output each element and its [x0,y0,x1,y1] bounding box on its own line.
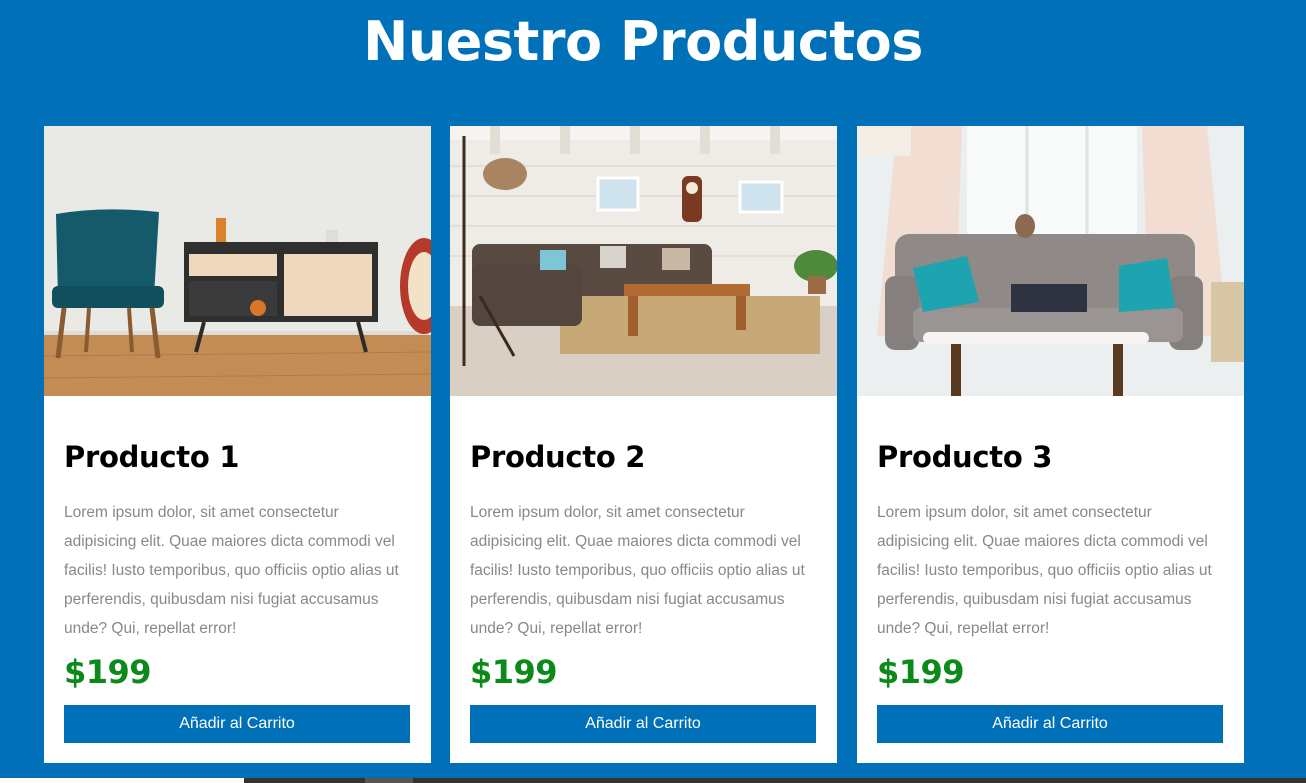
scrollbar-thumb[interactable] [365,778,413,783]
product-card-3: Producto 3 Lorem ipsum dolor, sit amet c… [857,126,1244,763]
product-image-2 [450,126,837,396]
product-price: $199 [877,653,965,691]
product-title: Producto 3 [877,440,1053,474]
product-title: Producto 1 [64,440,240,474]
page-title: Nuestro Productos [363,10,923,73]
scrollbar-track[interactable] [413,778,1306,783]
product-description: Lorem ipsum dolor, sit amet consectetur … [470,504,805,637]
sideboard-armchair-photo [44,126,431,396]
product-price: $199 [470,653,558,691]
product-card-2: Producto 2 Lorem ipsum dolor, sit amet c… [450,126,837,763]
product-price: $199 [64,653,152,691]
living-room-sofa-photo [450,126,837,396]
product-image-1 [44,126,431,396]
product-description: Lorem ipsum dolor, sit amet consectetur … [64,504,399,637]
product-title: Producto 2 [470,440,646,474]
product-description: Lorem ipsum dolor, sit amet consectetur … [877,504,1212,637]
grey-sofa-cushions-photo [857,126,1244,396]
bottom-strip-dark [244,778,365,783]
bottom-strip-light [0,778,244,783]
product-card-1: Producto 1 Lorem ipsum dolor, sit amet c… [44,126,431,763]
add-to-cart-button[interactable]: Añadir al Carrito [470,705,816,743]
add-to-cart-button[interactable]: Añadir al Carrito [877,705,1223,743]
add-to-cart-button[interactable]: Añadir al Carrito [64,705,410,743]
product-image-3 [857,126,1244,396]
